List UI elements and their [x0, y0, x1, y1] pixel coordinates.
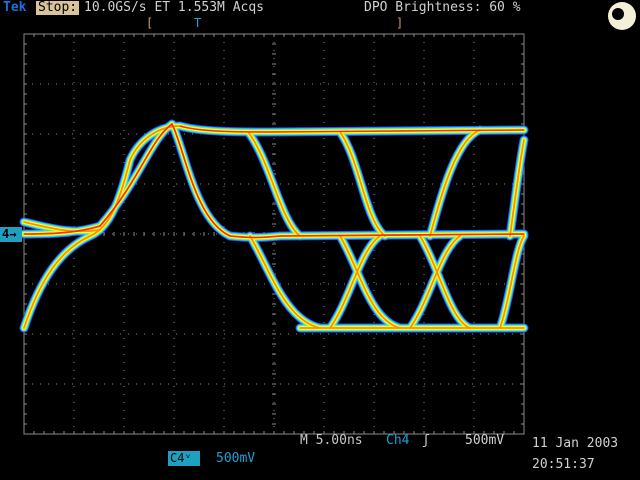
channel-4-scale-readout: 500mV: [216, 451, 256, 466]
date-readout: 11 Jan 2003: [532, 436, 619, 451]
trace-path: [246, 232, 324, 332]
trace-path: [426, 126, 484, 240]
trigger-slope-icon: ʃ: [422, 433, 430, 448]
trigger-source-readout: Ch4: [386, 433, 410, 448]
trigger-level-readout: 500mV: [465, 433, 505, 448]
timebase-readout: M 5.00ns: [300, 433, 363, 448]
waveform-display: [19, 33, 529, 435]
time-readout: 20:51:37: [532, 457, 595, 472]
channel-4-ground-marker[interactable]: 4→: [0, 227, 22, 242]
channel-4-label-box[interactable]: C4ᵛ: [168, 451, 200, 466]
